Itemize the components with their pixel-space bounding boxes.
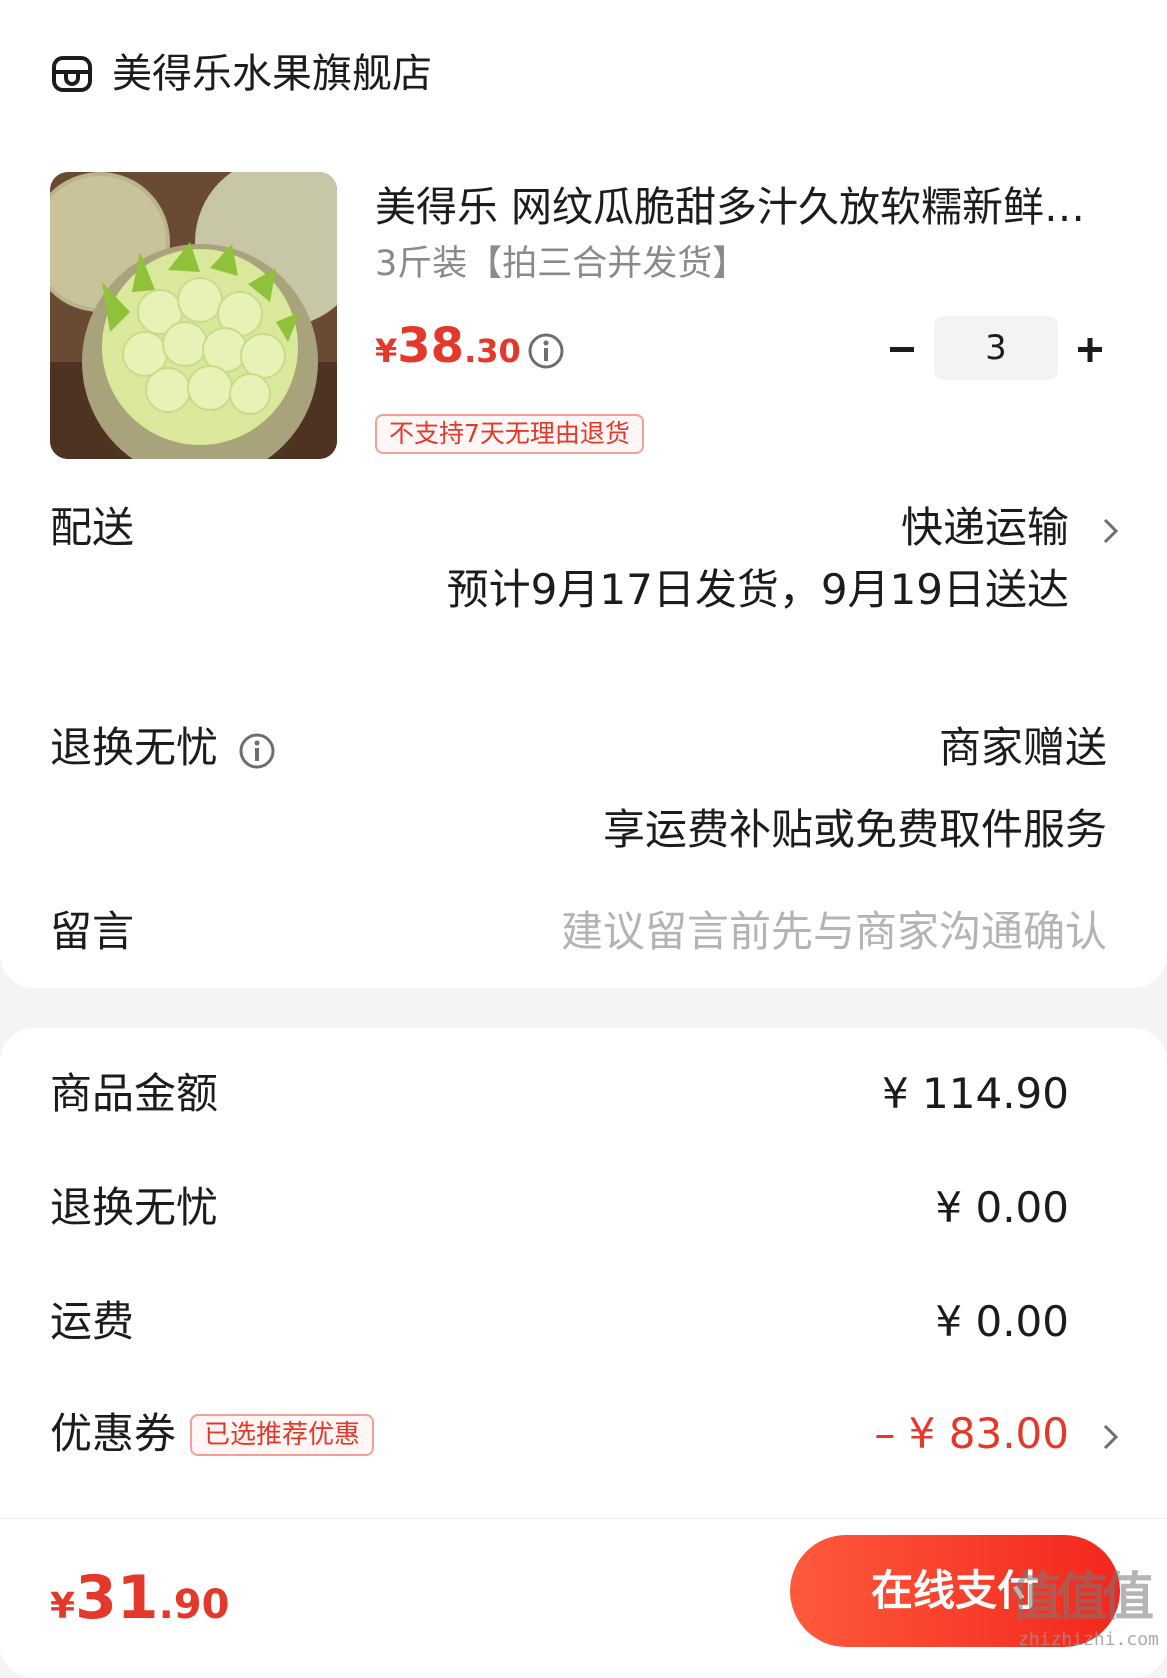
product-spec[interactable]: 3斤装【拍三合并发货】 — [375, 240, 747, 288]
price-decimal: .30 — [464, 332, 521, 370]
delivery-method[interactable]: 快递运输 — [901, 500, 1069, 556]
watermark-logo: 值值值 — [1010, 1568, 1154, 1628]
message-label: 留言 — [50, 907, 135, 956]
worry-free-description: 享运费补贴或免费取件服务 — [602, 805, 1107, 854]
total-currency: ¥ — [50, 1586, 76, 1627]
info-icon[interactable] — [238, 732, 276, 770]
worry-free-label: 退换无忧 — [50, 723, 219, 772]
product-image[interactable] — [50, 172, 337, 459]
checkout-bar: ¥31.90 在线支付 值值值 zhizhizhi.com — [0, 1518, 1167, 1654]
watermark-url: zhizhizhi.com — [1018, 1629, 1159, 1650]
quantity-plus-button[interactable] — [1070, 330, 1110, 370]
coupon-label: 优惠券 — [50, 1409, 177, 1458]
coupon-recommended-tag: 已选推荐优惠 — [190, 1414, 375, 1456]
chevron-right-icon[interactable] — [1100, 512, 1122, 550]
total-integer: 31 — [75, 1563, 159, 1633]
message-input[interactable]: 建议留言前先与商家沟通确认 — [561, 904, 1107, 960]
store-icon[interactable] — [50, 52, 94, 96]
product-title[interactable]: 美得乐 网纹瓜脆甜多汁久放软糯新鲜… — [375, 180, 1105, 234]
chevron-right-icon[interactable] — [1100, 1418, 1122, 1456]
quantity-input[interactable]: 3 — [934, 316, 1058, 380]
total-decimal: .90 — [158, 1582, 230, 1628]
subtotal-label: 商品金额 — [50, 1069, 219, 1118]
product-price: ¥38.30 — [375, 318, 521, 374]
total-price: ¥31.90 — [50, 1563, 229, 1633]
watermark: 值值值 zhizhizhi.com — [1010, 1567, 1160, 1650]
worry-fee-value: ¥ 0.00 — [935, 1183, 1069, 1232]
coupon-value[interactable]: – ¥ 83.00 — [874, 1406, 1069, 1462]
shipping-value: ¥ 0.00 — [935, 1297, 1069, 1346]
store-name[interactable]: 美得乐水果旗舰店 — [112, 48, 432, 100]
delivery-label: 配送 — [50, 503, 135, 552]
price-integer: 38 — [397, 318, 465, 374]
price-currency: ¥ — [375, 332, 398, 370]
delivery-estimate: 预计9月17日发货，9月19日送达 — [446, 565, 1069, 614]
worry-fee-label: 退换无忧 — [50, 1183, 219, 1232]
worry-free-value: 商家赠送 — [938, 723, 1107, 772]
shipping-label: 运费 — [50, 1297, 135, 1346]
no-return-tag: 不支持7天无理由退货 — [375, 414, 644, 454]
subtotal-value: ¥ 114.90 — [881, 1069, 1069, 1118]
info-icon[interactable] — [527, 332, 565, 370]
quantity-minus-button[interactable] — [882, 330, 922, 370]
